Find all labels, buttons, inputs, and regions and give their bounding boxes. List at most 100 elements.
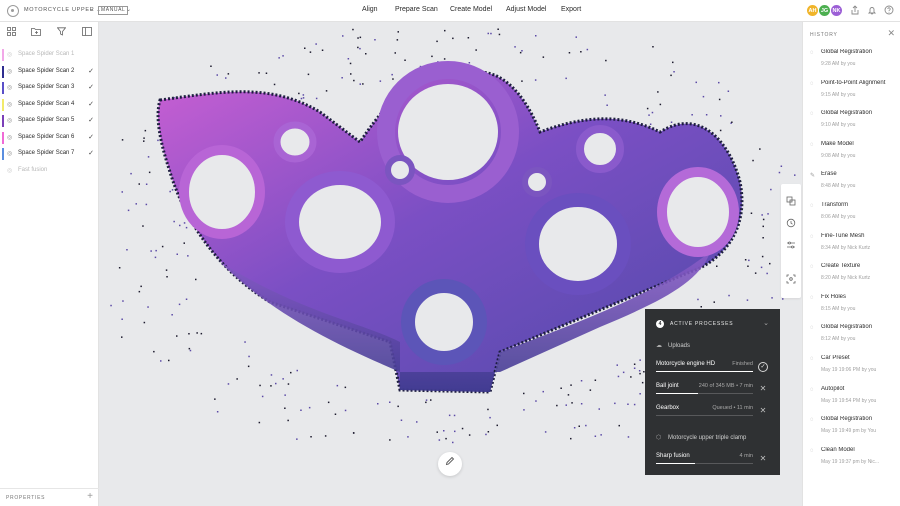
history-item[interactable]: ◌ Car Preset May 19 19:06 PM by you — [803, 354, 900, 384]
layers-stack-icon[interactable] — [785, 196, 797, 208]
filter-icon[interactable] — [56, 27, 67, 38]
history-item[interactable]: ◌ Global Registration 9:10 AM by you — [803, 109, 900, 139]
project-chevron-down-icon[interactable]: ⌄ — [89, 6, 94, 13]
layer-name: Space Spider Scan 2 — [18, 67, 75, 74]
add-folder-icon[interactable] — [31, 27, 42, 38]
layer-check-icon[interactable]: ✓ — [88, 67, 94, 75]
history-item-name: Global Registration — [821, 49, 873, 55]
layer-item[interactable]: ◎ Space Spider Scan 4 ✓ — [0, 97, 99, 113]
history-item[interactable]: ◌ Autopilot May 19 19:54 PM by you — [803, 385, 900, 415]
history-item[interactable]: ◌ Fine-Tune Mesh 8:34 AM by Nick Kurtz — [803, 232, 900, 262]
visibility-eye-icon[interactable]: ◎ — [7, 167, 12, 174]
history-item[interactable]: ◌ Global Registration 9:28 AM by you — [803, 48, 900, 78]
visibility-eye-icon[interactable]: ◎ — [7, 101, 12, 108]
history-item-name: Autopilot — [821, 385, 845, 392]
layer-item[interactable]: ◎ Space Spider Scan 5 ✓ — [0, 113, 99, 129]
history-item[interactable]: ◌ Transform 8:06 AM by you — [803, 201, 900, 231]
mode-badge[interactable]: MANUAL — [98, 6, 129, 15]
history-item-time: 8:12 AM by you — [821, 336, 856, 343]
layers-toolbar — [0, 22, 99, 44]
history-step-icon: ◌ — [810, 203, 814, 209]
layer-item[interactable]: ◎ Space Spider Scan 2 ✓ — [0, 64, 99, 80]
uploads-section-label: ☁ Uploads — [656, 343, 691, 349]
layer-check-icon[interactable]: ✓ — [88, 100, 94, 108]
layer-item[interactable]: ◎ Space Spider Scan 7 ✓ — [0, 146, 99, 162]
layer-name: Fast fusion — [18, 166, 48, 173]
history-step-icon: ◌ — [810, 264, 814, 271]
visibility-eye-icon[interactable]: ◎ — [7, 117, 12, 124]
history-item[interactable]: ◌ Global Registration May 19 19:49 pm by Y… — [803, 415, 900, 445]
avatar-nk[interactable]: NK — [830, 4, 843, 17]
edit-pencil-button[interactable] — [438, 452, 462, 476]
cancel-ball-joint-icon[interactable]: ✕ — [758, 384, 768, 394]
history-item-name: Create Texture — [821, 263, 861, 270]
visibility-eye-icon[interactable]: ◎ — [7, 84, 12, 91]
active-processes-panel: 4 ACTIVE PROCESSES ⌄ ☁ Uploads Motorcycle… — [645, 309, 780, 475]
layer-check-icon[interactable]: ✓ — [88, 149, 94, 157]
collapse-chevron-icon[interactable]: ⌄ — [763, 319, 769, 327]
layers-panel: ◎ Space Spider Scan 1 ◎ Space Spider Scan 2… — [0, 22, 99, 506]
history-item-name: Fine-Tune Mesh — [821, 232, 865, 239]
history-clock-icon[interactable] — [785, 218, 797, 230]
sliders-icon[interactable] — [785, 240, 797, 252]
layer-color-swatch — [2, 131, 4, 144]
history-item-time: 8:34 AM by Nick Kurtz — [821, 244, 871, 251]
layer-color-swatch — [2, 115, 4, 127]
layer-check-icon[interactable]: ✓ — [88, 133, 94, 141]
visibility-eye-icon[interactable]: ◎ — [7, 68, 12, 75]
layer-item[interactable]: ◎ Space Spider Scan 3 ✓ — [0, 80, 99, 96]
active-processes-title: ACTIVE PROCESSES — [670, 321, 734, 327]
mode-chevron-down-icon[interactable]: ⌄ — [126, 6, 131, 13]
history-item-time: 8:20 AM by Nick Kurtz — [821, 275, 871, 282]
add-property-icon[interactable]: + — [87, 491, 93, 502]
layer-check-icon[interactable]: ✓ — [88, 83, 94, 91]
cancel-gearbox-icon[interactable]: ✕ — [758, 406, 768, 416]
menu-adjust-model[interactable]: Adjust Model — [506, 6, 546, 13]
menu-prepare-scan[interactable]: Prepare Scan — [395, 6, 438, 13]
visibility-eye-icon[interactable]: ◎ — [7, 150, 12, 157]
history-item[interactable]: ◌ Fix Holes 8:15 AM by you — [803, 293, 900, 323]
menu-export[interactable]: Export — [561, 6, 581, 13]
share-icon[interactable] — [849, 5, 860, 16]
history-step-icon: ◌ — [810, 447, 814, 454]
fit-view-icon[interactable] — [785, 274, 797, 286]
properties-bar: PROPERTIES + — [0, 488, 99, 506]
help-icon[interactable] — [883, 5, 894, 16]
layer-color-swatch — [2, 148, 4, 160]
menu-align[interactable]: Align — [362, 6, 378, 13]
app-logo-icon[interactable] — [7, 5, 19, 17]
layer-item[interactable]: ◎ Space Spider Scan 1 — [0, 47, 99, 63]
process-row-motorcycle-engine: Motorcycle engine HD Finished — [656, 361, 753, 377]
history-item-time: 9:15 AM by you — [821, 91, 856, 98]
history-item[interactable]: ◌ Create Texture 8:20 AM by Nick Kurtz — [803, 262, 900, 292]
history-item-name: Fix Holes — [821, 293, 847, 300]
history-item[interactable]: ◌ Point-to-Point Alignment 9:15 AM by you — [803, 79, 900, 109]
visibility-eye-icon[interactable]: ◎ — [7, 134, 12, 141]
bell-icon[interactable] — [866, 5, 877, 16]
visibility-eye-icon[interactable]: ◎ — [7, 51, 12, 58]
menu-create-model[interactable]: Create Model — [450, 6, 492, 13]
history-step-icon: ◌ — [810, 111, 814, 118]
layer-color-swatch — [2, 98, 4, 111]
layer-color-swatch — [2, 65, 4, 78]
history-item[interactable]: ◌ Global Registration 8:12 AM by you — [803, 323, 900, 353]
layer-name: Space Spider Scan 5 — [18, 117, 75, 123]
layer-name: Space Spider Scan 6 — [18, 133, 75, 140]
close-icon[interactable]: ✕ — [887, 28, 895, 39]
history-item-name: Make Model — [821, 140, 854, 147]
history-step-icon: ◌ — [810, 233, 814, 240]
grid-view-icon[interactable] — [6, 27, 17, 38]
cancel-sharp-fusion-icon[interactable]: ✕ — [758, 454, 768, 464]
history-item-name: Point-to-Point Alignment — [821, 79, 886, 86]
history-item-time: May 19 19:49 pm by You — [821, 428, 877, 435]
history-title: HISTORY — [810, 32, 838, 38]
panel-toggle-icon[interactable] — [81, 27, 92, 38]
history-item-name: Erase — [821, 171, 837, 178]
history-item-time: May 19 19:54 PM by you — [821, 397, 877, 404]
history-item[interactable]: ◌ Clean Model May 19 19:37 pm by Nic... — [803, 446, 900, 476]
history-item[interactable]: ◌ Make Model 9:08 AM by you — [803, 140, 900, 170]
layer-item[interactable]: ◎ Fast fusion — [0, 163, 99, 179]
history-item[interactable]: ✎ Erase 8:48 AM by you — [803, 170, 900, 200]
layer-item[interactable]: ◎ Space Spider Scan 6 ✓ — [0, 130, 99, 146]
layer-check-icon[interactable]: ✓ — [88, 116, 94, 124]
